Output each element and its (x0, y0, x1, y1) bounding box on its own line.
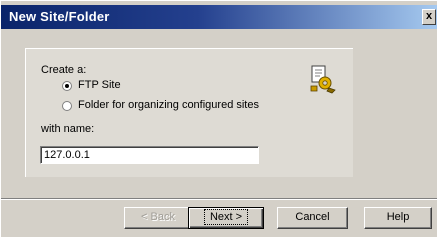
title-bar[interactable]: New Site/Folder x (1, 5, 437, 29)
new-site-folder-dialog: New Site/Folder x Create a: FTP Site Fol… (0, 0, 437, 242)
back-button[interactable]: < Back (124, 207, 192, 229)
help-button[interactable]: Help (364, 207, 432, 229)
create-label: Create a: (41, 64, 87, 76)
next-button[interactable]: Next > (188, 207, 264, 229)
window-title: New Site/Folder (9, 9, 110, 24)
name-label: with name: (41, 123, 95, 135)
ftp-site-wizard-icon (310, 65, 336, 94)
bottom-edge (1, 237, 437, 242)
radio-folder[interactable] (62, 101, 72, 111)
close-icon: x (425, 10, 433, 22)
name-input[interactable] (40, 146, 259, 164)
radio-ftp-site[interactable] (62, 81, 72, 91)
close-button[interactable]: x (422, 9, 436, 25)
next-button-label: Next > (203, 209, 249, 225)
button-separator (1, 198, 437, 200)
cancel-button[interactable]: Cancel (277, 207, 348, 229)
radio-ftp-site-label[interactable]: FTP Site (78, 79, 121, 91)
radio-folder-label[interactable]: Folder for organizing configured sites (78, 99, 259, 111)
